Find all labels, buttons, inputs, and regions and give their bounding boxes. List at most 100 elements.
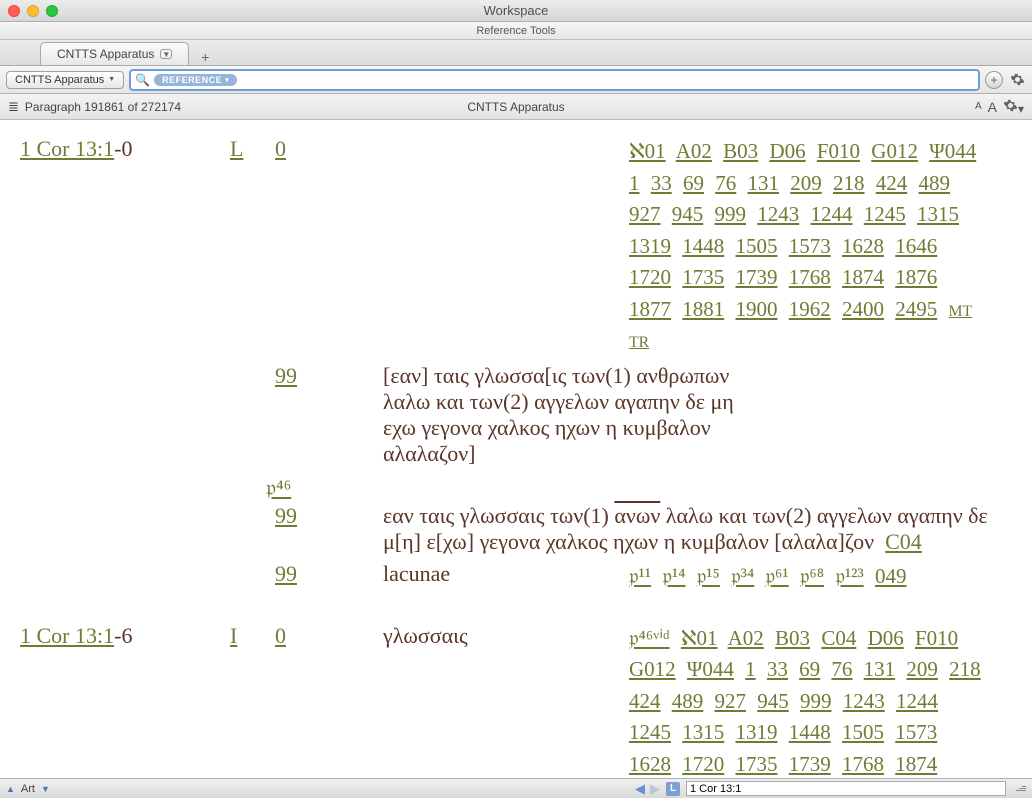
ms-link[interactable]: 1244 bbox=[811, 202, 853, 226]
ms-link[interactable]: 1505 bbox=[736, 234, 778, 258]
ms-link[interactable]: A02 bbox=[728, 626, 764, 650]
ms-link[interactable]: 1768 bbox=[842, 752, 884, 776]
ms-link[interactable]: 1628 bbox=[629, 752, 671, 776]
ms-link[interactable]: 𝔭¹⁵ bbox=[697, 564, 720, 588]
variant-number[interactable]: 99 bbox=[275, 561, 383, 593]
ms-link[interactable]: 1874 bbox=[895, 752, 937, 776]
prev-arrow[interactable]: ◀ bbox=[635, 781, 645, 797]
tab-menu-icon[interactable]: ▼ bbox=[160, 49, 172, 59]
ms-link[interactable]: 209 bbox=[906, 657, 938, 681]
minimize-window[interactable] bbox=[27, 5, 39, 17]
close-window[interactable] bbox=[8, 5, 20, 17]
ms-link[interactable]: 131 bbox=[748, 171, 780, 195]
ms-link[interactable]: G012 bbox=[629, 657, 676, 681]
ms-link[interactable]: C04 bbox=[885, 529, 922, 554]
ms-link[interactable]: 999 bbox=[715, 202, 747, 226]
variant-number[interactable]: 99 bbox=[275, 503, 383, 555]
variant-type[interactable]: L bbox=[230, 136, 243, 161]
resource-dropdown[interactable]: CNTTS Apparatus ▼ bbox=[6, 71, 124, 89]
ms-link[interactable]: 1319 bbox=[629, 234, 671, 258]
ms-link[interactable]: 76 bbox=[715, 171, 736, 195]
ms-link[interactable]: 2495 bbox=[895, 297, 937, 321]
ms-link[interactable]: 1 bbox=[745, 657, 756, 681]
ms-link[interactable]: D06 bbox=[769, 139, 805, 163]
search-field[interactable]: 🔍 REFERENCE ▾ bbox=[129, 69, 980, 91]
ms-link[interactable]: F010 bbox=[915, 626, 958, 650]
ms-link[interactable]: ‎ℵ01 bbox=[681, 626, 718, 650]
ms-link[interactable]: 131 bbox=[864, 657, 896, 681]
search-input[interactable] bbox=[241, 73, 974, 87]
link-badge[interactable]: L bbox=[666, 782, 680, 796]
ms-link[interactable]: 1 bbox=[629, 171, 640, 195]
ms-link[interactable]: 1874 bbox=[842, 265, 884, 289]
ms-link[interactable]: 1739 bbox=[789, 752, 831, 776]
ms-link[interactable]: 1245 bbox=[629, 720, 671, 744]
ms-link[interactable]: 1877 bbox=[629, 297, 671, 321]
ms-link[interactable]: Ψ044 bbox=[929, 139, 976, 163]
ms-link[interactable]: 𝔭¹²³ bbox=[835, 564, 863, 588]
ms-link[interactable]: F010 bbox=[817, 139, 860, 163]
ms-link[interactable]: 1900 bbox=[736, 297, 778, 321]
variant-number[interactable]: 0 bbox=[275, 623, 383, 778]
ms-link[interactable]: 1243 bbox=[757, 202, 799, 226]
ms-link[interactable]: 𝔭⁶⁸ bbox=[800, 564, 824, 588]
ms-link[interactable]: 1646 bbox=[895, 234, 937, 258]
ms-link[interactable]: 489 bbox=[672, 689, 704, 713]
ms-link[interactable]: MT bbox=[949, 303, 973, 320]
gear-icon[interactable]: ▾ bbox=[1003, 98, 1024, 116]
ms-link[interactable]: 209 bbox=[790, 171, 822, 195]
ms-link[interactable]: 1720 bbox=[682, 752, 724, 776]
zoom-window[interactable] bbox=[46, 5, 58, 17]
ms-link[interactable]: 489 bbox=[919, 171, 951, 195]
ms-link[interactable]: 1315 bbox=[917, 202, 959, 226]
ms-link[interactable]: 424 bbox=[876, 171, 908, 195]
variant-type[interactable]: I bbox=[230, 623, 237, 648]
ms-link[interactable]: A02 bbox=[676, 139, 712, 163]
ms-link[interactable]: 945 bbox=[757, 689, 789, 713]
ms-link[interactable]: 69 bbox=[799, 657, 820, 681]
resize-handle[interactable] bbox=[1012, 786, 1026, 791]
ms-link[interactable]: 2400 bbox=[842, 297, 884, 321]
ms-link[interactable]: 1735 bbox=[682, 265, 724, 289]
ms-link[interactable]: 927 bbox=[715, 689, 747, 713]
ms-link[interactable]: 049 bbox=[875, 564, 907, 588]
add-tab-button[interactable]: + bbox=[193, 49, 217, 65]
ms-link[interactable]: C04 bbox=[821, 626, 856, 650]
ms-link[interactable]: 33 bbox=[651, 171, 672, 195]
ms-link[interactable]: 𝔭⁴⁶ bbox=[266, 473, 291, 504]
add-button[interactable]: + bbox=[985, 71, 1003, 89]
ms-link[interactable]: G012 bbox=[871, 139, 918, 163]
ms-link[interactable]: ‎ℵ01 bbox=[629, 139, 666, 163]
ms-link[interactable]: 1315 bbox=[682, 720, 724, 744]
ms-link[interactable]: 1245 bbox=[864, 202, 906, 226]
ms-link[interactable]: 𝔭⁶¹ bbox=[766, 564, 789, 588]
tab-cntts[interactable]: CNTTS Apparatus ▼ bbox=[40, 42, 189, 65]
ms-link[interactable]: 218 bbox=[833, 171, 865, 195]
ms-link[interactable]: 945 bbox=[672, 202, 704, 226]
ms-link[interactable]: 76 bbox=[831, 657, 852, 681]
font-increase[interactable]: A bbox=[988, 99, 997, 115]
ms-link[interactable]: 927 bbox=[629, 202, 661, 226]
ms-link[interactable]: 1739 bbox=[736, 265, 778, 289]
verse-ref[interactable]: 1 Cor 13:1 bbox=[20, 623, 114, 648]
ms-link[interactable]: 𝔭¹⁴ bbox=[662, 564, 685, 588]
triangle-down-icon[interactable]: ▼ bbox=[41, 784, 50, 794]
list-icon[interactable]: ≣ bbox=[8, 99, 19, 115]
triangle-up-icon[interactable]: ▲ bbox=[6, 784, 15, 794]
variant-number[interactable]: 0 bbox=[275, 136, 383, 357]
ms-link[interactable]: 33 bbox=[767, 657, 788, 681]
ms-link[interactable]: 𝔭³⁴ bbox=[731, 564, 754, 588]
content-area[interactable]: 1 Cor 13:1-0L0‎ℵ01 A02 B03 D06 F010 G012… bbox=[0, 120, 1032, 778]
ms-link[interactable]: 1876 bbox=[895, 265, 937, 289]
ms-link[interactable]: 1735 bbox=[736, 752, 778, 776]
ms-link[interactable]: 1505 bbox=[842, 720, 884, 744]
reference-input[interactable] bbox=[686, 781, 1006, 796]
ms-link[interactable]: 1448 bbox=[789, 720, 831, 744]
ms-link[interactable]: 69 bbox=[683, 171, 704, 195]
ms-link[interactable]: B03 bbox=[723, 139, 758, 163]
ms-link[interactable]: Ψ044 bbox=[687, 657, 734, 681]
verse-ref[interactable]: 1 Cor 13:1 bbox=[20, 136, 114, 161]
font-decrease[interactable]: A bbox=[975, 101, 982, 112]
ms-link[interactable]: 𝔭¹¹ bbox=[629, 564, 651, 588]
ms-link[interactable]: 1243 bbox=[843, 689, 885, 713]
